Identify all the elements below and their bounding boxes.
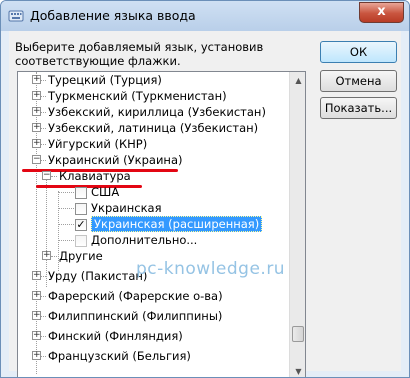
expand-icon[interactable]: +: [32, 271, 41, 280]
title-bar[interactable]: Добавление языка ввода x: [1, 1, 409, 31]
tree-item[interactable]: Турецкий (Турция): [48, 72, 162, 88]
tree-guide-line: [46, 175, 47, 287]
vertical-scrollbar[interactable]: ▲ ▼: [289, 72, 305, 377]
tree-connector: [41, 356, 46, 357]
tree-connector: [41, 336, 46, 337]
checkbox-ukrainian[interactable]: [75, 203, 87, 215]
tree-connector: [41, 80, 46, 81]
expand-icon[interactable]: +: [32, 75, 41, 84]
expand-icon[interactable]: +: [32, 123, 41, 132]
tree-connector: [41, 276, 46, 277]
tree-connector: [41, 144, 46, 145]
tree-connector: [51, 176, 57, 177]
expand-icon[interactable]: +: [42, 251, 51, 260]
tree-item[interactable]: Финский (Финляндия): [48, 328, 183, 344]
scroll-up-icon[interactable]: ▲: [290, 72, 305, 89]
expand-icon[interactable]: +: [32, 351, 41, 360]
window-title: Добавление языка ввода: [30, 8, 196, 23]
tree-connector: [41, 296, 46, 297]
scroll-down-icon[interactable]: ▼: [290, 363, 305, 377]
tree-connector: [41, 128, 46, 129]
tree-item[interactable]: Туркменский (Туркменистан): [48, 88, 227, 104]
language-tree[interactable]: + Турецкий (Турция) + Туркменский (Туркм…: [17, 71, 306, 377]
tree-connector: [41, 96, 46, 97]
tree-item[interactable]: Фарерский (Фарерские о-ва): [48, 288, 223, 304]
tree-connector: [58, 208, 74, 209]
checkbox-usa[interactable]: [75, 187, 87, 199]
tree-connector: [58, 240, 74, 241]
tree-item[interactable]: Филиппинский (Филиппины): [48, 308, 222, 324]
tree-connector: [41, 112, 46, 113]
tree-item[interactable]: Уйгурский (КНР): [48, 136, 147, 152]
ok-button[interactable]: ОК: [320, 41, 397, 63]
tree-item-ukrainian[interactable]: Украинский (Украина): [48, 152, 182, 168]
tree-item-selected[interactable]: Украинская (расширенная): [91, 216, 263, 232]
tree-item-other[interactable]: Другие: [59, 248, 103, 264]
cancel-button[interactable]: Отмена: [320, 70, 397, 92]
tree-guide-line: [36, 72, 37, 374]
tree-connector: [58, 224, 74, 225]
keyboard-icon: [8, 10, 24, 22]
tree-item[interactable]: Узбекский, латиница (Узбекистан): [48, 120, 258, 136]
tree-item[interactable]: Узбекский, кириллица (Узбекистан): [48, 104, 266, 120]
tree-connector: [41, 316, 46, 317]
watermark-text: pc-knowledge.ru: [136, 259, 286, 279]
selected-item-label[interactable]: Украинская (расширенная): [91, 216, 263, 232]
expand-icon[interactable]: +: [32, 291, 41, 300]
collapse-icon[interactable]: −: [42, 171, 51, 180]
expand-icon[interactable]: +: [32, 139, 41, 148]
tree-item[interactable]: Украинская: [91, 200, 162, 216]
collapse-icon[interactable]: −: [32, 155, 41, 164]
expand-icon[interactable]: +: [32, 107, 41, 116]
add-input-language-window: Добавление языка ввода x Выберите добавл…: [0, 0, 410, 378]
tree-item[interactable]: США: [91, 184, 119, 200]
expand-icon[interactable]: +: [32, 311, 41, 320]
red-underline-annotation: [36, 185, 142, 188]
tree-connector: [51, 256, 57, 257]
tree-connector: [41, 160, 46, 161]
expand-icon[interactable]: +: [32, 91, 41, 100]
tree-connector: [58, 192, 74, 193]
tree-item-more[interactable]: Дополнительно...: [91, 232, 197, 248]
scrollbar-thumb[interactable]: [292, 326, 304, 342]
show-button[interactable]: Показать...: [320, 97, 397, 119]
instruction-text: Выберите добавляемый язык, установив соо…: [15, 40, 264, 68]
close-button[interactable]: x: [359, 2, 404, 23]
tree-item[interactable]: Урду (Пакистан): [48, 268, 147, 284]
expand-icon[interactable]: +: [32, 331, 41, 340]
checkbox-ukrainian-extended[interactable]: ✓: [75, 219, 87, 231]
dialog-body: Выберите добавляемый язык, установив соо…: [9, 31, 401, 377]
more-settings-checkbox[interactable]: [75, 235, 87, 247]
tree-item-keyboard[interactable]: Клавиатура: [59, 168, 131, 184]
tree-item[interactable]: Французский (Бельгия): [48, 348, 191, 364]
